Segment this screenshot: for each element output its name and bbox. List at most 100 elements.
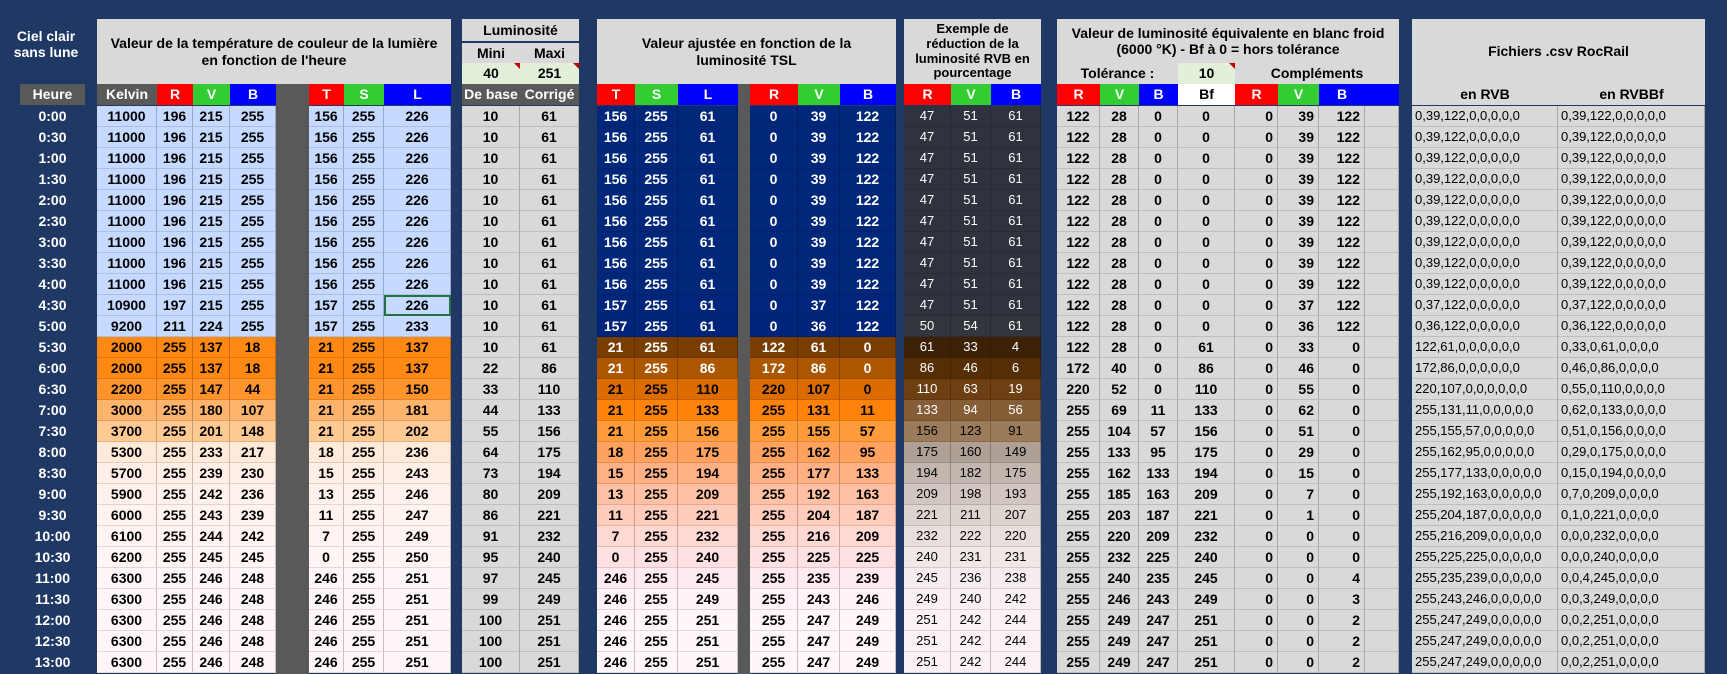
row-r1[interactable]: 255 [157,526,193,547]
row-b1[interactable]: 242 [230,526,276,547]
row-l1[interactable]: 226 [384,169,451,190]
row-b1[interactable]: 255 [230,190,276,211]
row-s1[interactable]: 255 [344,547,384,568]
row-t1[interactable]: 156 [309,253,344,274]
row-r1[interactable]: 255 [157,631,193,652]
row-csv-rvbbf[interactable]: 0,46,0,86,0,0,0,0 [1558,358,1705,379]
row-ar[interactable]: 0 [750,316,798,337]
row-eb[interactable]: 163 [1139,484,1178,505]
row-ev[interactable]: 69 [1100,400,1139,421]
row-cr[interactable]: 0 [1235,400,1278,421]
row-as[interactable]: 255 [635,463,678,484]
row-csv-rvbbf[interactable]: 0,15,0,194,0,0,0,0 [1558,463,1705,484]
row-cb[interactable]: 0 [1319,421,1365,442]
row-v1[interactable]: 215 [193,295,230,316]
row-v1[interactable]: 215 [193,211,230,232]
row-cv[interactable]: 39 [1278,190,1319,211]
row-cb[interactable]: 0 [1319,337,1365,358]
row-rb[interactable]: 231 [991,547,1041,568]
row-csv-rvbbf[interactable]: 0,39,122,0,0,0,0,0 [1558,274,1705,295]
row-al[interactable]: 61 [678,295,738,316]
row-ar[interactable]: 255 [750,526,798,547]
row-kelvin[interactable]: 11000 [97,148,157,169]
row-ab[interactable]: 11 [840,400,896,421]
row-cb[interactable]: 2 [1319,652,1365,673]
row-s1[interactable]: 255 [344,379,384,400]
row-ar[interactable]: 0 [750,232,798,253]
row-csv-rvb[interactable]: 255,177,133,0,0,0,0,0 [1412,463,1558,484]
row-lum-corr[interactable]: 61 [520,316,579,337]
row-v1[interactable]: 242 [193,484,230,505]
row-cb[interactable]: 122 [1319,190,1365,211]
row-er[interactable]: 122 [1057,295,1100,316]
row-csv-rvbbf[interactable]: 0,0,2,251,0,0,0,0 [1558,610,1705,631]
row-rb[interactable]: 61 [991,106,1041,127]
row-t1[interactable]: 156 [309,106,344,127]
row-t1[interactable]: 246 [309,568,344,589]
row-ebf[interactable]: 0 [1178,316,1235,337]
row-av[interactable]: 107 [798,379,840,400]
row-kelvin[interactable]: 6300 [97,610,157,631]
row-al[interactable]: 61 [678,337,738,358]
row-csv-rvb[interactable]: 255,243,246,0,0,0,0,0 [1412,589,1558,610]
row-cb[interactable]: 122 [1319,274,1365,295]
row-cv[interactable]: 55 [1278,379,1319,400]
row-csv-rvb[interactable]: 0,39,122,0,0,0,0,0 [1412,127,1558,148]
row-eb[interactable]: 0 [1139,337,1178,358]
row-lum-base[interactable]: 91 [462,526,520,547]
row-v1[interactable]: 215 [193,190,230,211]
row-csv-rvb[interactable]: 255,155,57,0,0,0,0,0 [1412,421,1558,442]
row-ar[interactable]: 0 [750,169,798,190]
row-r1[interactable]: 196 [157,106,193,127]
row-csv-rvbbf[interactable]: 0,0,3,249,0,0,0,0 [1558,589,1705,610]
row-rv[interactable]: 198 [951,484,991,505]
row-ab[interactable]: 133 [840,463,896,484]
row-r1[interactable]: 255 [157,568,193,589]
row-ab[interactable]: 225 [840,547,896,568]
row-lum-base[interactable]: 99 [462,589,520,610]
row-av[interactable]: 225 [798,547,840,568]
row-csv-rvb[interactable]: 0,39,122,0,0,0,0,0 [1412,232,1558,253]
row-t1[interactable]: 156 [309,169,344,190]
row-kelvin[interactable]: 9200 [97,316,157,337]
row-b1[interactable]: 236 [230,484,276,505]
row-rr[interactable]: 47 [904,232,951,253]
row-r1[interactable]: 255 [157,484,193,505]
row-av[interactable]: 39 [798,232,840,253]
row-rb[interactable]: 244 [991,652,1041,673]
row-av[interactable]: 61 [798,337,840,358]
row-ebf[interactable]: 0 [1178,295,1235,316]
row-csv-rvb[interactable]: 255,162,95,0,0,0,0,0 [1412,442,1558,463]
row-ebf[interactable]: 0 [1178,190,1235,211]
row-v1[interactable]: 224 [193,316,230,337]
row-ab[interactable]: 95 [840,442,896,463]
row-kelvin[interactable]: 6300 [97,631,157,652]
row-s1[interactable]: 255 [344,169,384,190]
row-lum-base[interactable]: 44 [462,400,520,421]
row-lum-corr[interactable]: 232 [520,526,579,547]
row-eb[interactable]: 0 [1139,190,1178,211]
row-lum-corr[interactable]: 175 [520,442,579,463]
row-er[interactable]: 255 [1057,568,1100,589]
row-r1[interactable]: 196 [157,232,193,253]
row-csv-rvbbf[interactable]: 0,62,0,133,0,0,0,0 [1558,400,1705,421]
row-eb[interactable]: 0 [1139,106,1178,127]
row-v1[interactable]: 233 [193,442,230,463]
row-csv-rvb[interactable]: 255,247,249,0,0,0,0,0 [1412,631,1558,652]
row-cv[interactable]: 0 [1278,589,1319,610]
row-rv[interactable]: 182 [951,463,991,484]
row-csv-rvb[interactable]: 0,39,122,0,0,0,0,0 [1412,169,1558,190]
row-lum-corr[interactable]: 221 [520,505,579,526]
row-cv[interactable]: 0 [1278,610,1319,631]
row-l1[interactable]: 250 [384,547,451,568]
row-lum-corr[interactable]: 61 [520,274,579,295]
row-rr[interactable]: 221 [904,505,951,526]
row-er[interactable]: 122 [1057,211,1100,232]
row-lum-corr[interactable]: 61 [520,295,579,316]
row-cv[interactable]: 7 [1278,484,1319,505]
row-t1[interactable]: 21 [309,379,344,400]
row-rb[interactable]: 193 [991,484,1041,505]
row-ab[interactable]: 122 [840,169,896,190]
row-v1[interactable]: 215 [193,274,230,295]
row-cv[interactable]: 39 [1278,232,1319,253]
